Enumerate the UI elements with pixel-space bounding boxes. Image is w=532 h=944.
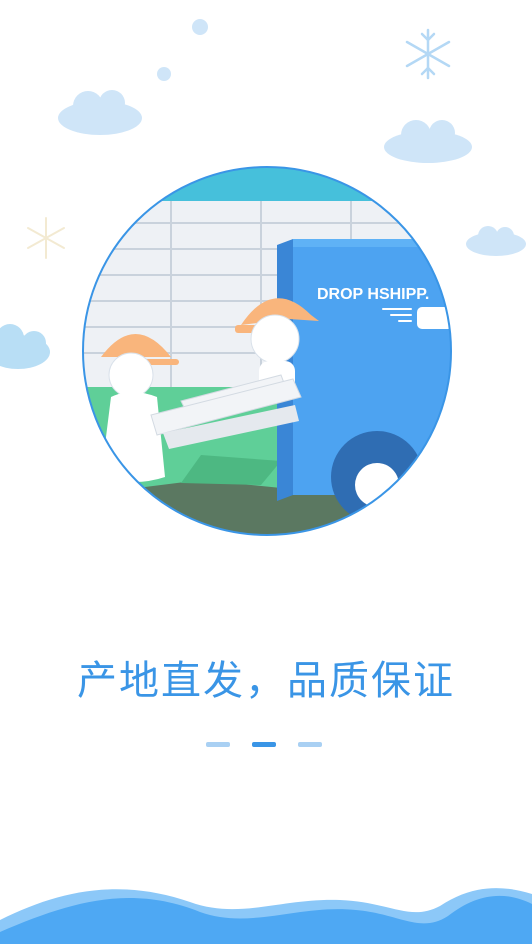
cloud-icon (0, 324, 50, 369)
page-dot-3[interactable] (298, 742, 322, 747)
page-dot-1[interactable] (206, 742, 230, 747)
bubble-dot (192, 19, 208, 35)
onboarding-screen: DROP HSHIPP. 产地直发，品质保证 (0, 0, 532, 944)
bottom-wave (0, 888, 532, 944)
snowflake-icon (405, 28, 451, 80)
delivery-illustration: DROP HSHIPP. (82, 166, 452, 536)
snowflake-icon (27, 217, 65, 259)
cloud-icon (58, 90, 142, 135)
page-title: 产地直发，品质保证 (77, 658, 455, 704)
page-dot-2-active[interactable] (252, 742, 276, 747)
page-indicator (206, 742, 326, 750)
bubble-dot (157, 67, 171, 81)
cloud-icon (466, 226, 526, 256)
cloud-icon (384, 120, 472, 163)
truck: DROP HSHIPP. (277, 239, 451, 523)
truck-label: DROP HSHIPP. (317, 286, 429, 303)
